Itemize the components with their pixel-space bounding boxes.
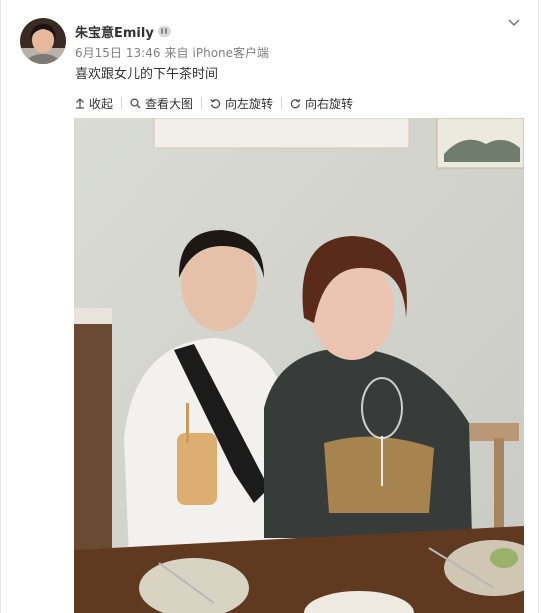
view-large-label: 查看大图: [145, 96, 194, 111]
toolbar-divider: [121, 97, 123, 109]
source-prefix: 来自: [164, 46, 189, 60]
avatar[interactable]: [20, 18, 66, 64]
magnifier-icon: [130, 97, 141, 108]
collapse-button[interactable]: 收起: [75, 95, 113, 112]
rotate-right-label: 向右旋转: [305, 96, 354, 111]
post-date[interactable]: 6月15日: [75, 46, 122, 60]
post-time[interactable]: 13:46: [126, 46, 161, 60]
post-photo[interactable]: [74, 118, 524, 613]
collapse-label: 收起: [89, 96, 114, 111]
post-source[interactable]: iPhone客户端: [193, 46, 270, 60]
rotate-right-button[interactable]: 向右旋转: [290, 95, 353, 112]
photo-illustration: [74, 118, 524, 613]
rotate-left-icon: [210, 98, 221, 108]
author-name[interactable]: 朱宝意Emily: [75, 22, 154, 41]
rotate-right-icon: [290, 98, 301, 108]
post-meta: 6月15日 13:46 来自 iPhone客户端: [75, 44, 273, 61]
rotate-left-button[interactable]: 向左旋转: [210, 95, 273, 112]
rotate-left-label: 向左旋转: [225, 96, 274, 111]
author-row: 朱宝意Emily: [75, 20, 171, 42]
view-large-button[interactable]: 查看大图: [130, 95, 193, 112]
chevron-down-icon[interactable]: [504, 13, 524, 33]
arrow-up-icon: [76, 97, 84, 109]
toolbar-divider: [201, 97, 203, 109]
verified-badge-icon: [157, 25, 171, 37]
post-text: 喜欢跟女儿的下午茶时间: [75, 67, 219, 82]
weibo-card: 朱宝意Emily 6月15日 13:46 来自 iPhone客户端 喜欢跟女儿的下午茶…: [0, 0, 539, 613]
media-toolbar: 收起 查看大图 向左旋转 向右旋转: [75, 93, 528, 113]
toolbar-divider: [281, 97, 283, 109]
